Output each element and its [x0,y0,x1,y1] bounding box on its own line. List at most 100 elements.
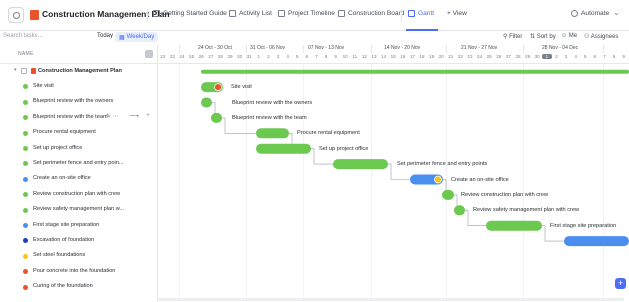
list-item[interactable]: Curing of the foundation [0,280,158,295]
bar-label: Blueprint review with the owners [232,99,313,106]
bar-label: Create an on-site office [451,176,509,183]
status-dot[interactable] [23,99,28,105]
status-dot[interactable] [23,84,28,90]
bar-label: Review safety management plan with crew [473,207,580,214]
list-item[interactable]: Pour concrete into the foundation [0,264,158,279]
list-item[interactable]: Set steel foundations [0,249,158,264]
bar-label: Site visit [231,84,252,91]
task-bar[interactable] [564,236,629,247]
chevron-down-icon[interactable]: ⌄ [613,8,620,17]
sort-icon: ⇅ [530,34,537,40]
list-item[interactable]: First stage site preparation [0,218,158,233]
status-dot[interactable] [23,284,28,290]
doc-icon [153,10,160,17]
name-column-header[interactable]: NAME [18,51,34,57]
status-dot[interactable] [23,269,28,275]
automate-button[interactable]: Automate [571,10,609,17]
drag-handle[interactable] [434,175,442,184]
status-dot[interactable] [23,130,28,136]
project-title[interactable]: Construction Management Plan [42,9,170,19]
task-bar[interactable] [333,159,388,170]
plus-icon[interactable]: + [146,112,150,119]
divider [147,9,148,22]
caret-down-icon[interactable]: ▾ [14,67,17,73]
list-item-label: Blueprint review with the owners [33,98,114,105]
list-item-label: Set steel foundations [33,252,86,259]
bar-label: First stage site preparation [550,222,617,229]
list-item-label: Set up project office [33,144,83,151]
drag-handle[interactable] [214,83,222,91]
add-task-button[interactable]: + [615,278,626,289]
task-bar[interactable] [486,220,542,231]
list-item-parent[interactable]: ▾ Construction Management Plan [0,64,158,79]
task-bar[interactable] [256,143,311,154]
list-item-label: Site visit [33,82,54,89]
list-item[interactable]: Site visit [0,79,158,94]
list-item[interactable]: Blueprint review with the team ✎ ⋯ ⟶ + [0,110,158,125]
status-dot[interactable] [23,192,28,198]
list-item[interactable]: Review construction plan with crew [0,187,158,202]
task-list-panel: NAME ▾ Construction Management Plan Site v… [0,45,158,302]
list-icon [229,10,236,17]
sort-button[interactable]: ⇅ Sort by [530,33,556,40]
search-input[interactable]: Search tasks... [3,33,43,39]
status-dot[interactable] [23,146,28,151]
status-dot[interactable] [23,253,28,259]
list-item-label: Create an on-site office [33,175,91,182]
list-item-label: Excavation of foundation [33,236,95,243]
tab-gantt[interactable]: Gantt [408,10,434,17]
project-icon [31,68,36,74]
me-filter-button[interactable]: ☺ Me [561,33,577,39]
tab-getting-started[interactable]: Getting Started Guide [153,10,227,17]
status-dot[interactable] [23,207,28,213]
list-item-label: Set perimeter fence and entry poin... [33,159,124,166]
tab-activity-list[interactable]: Activity List [229,10,272,17]
task-bar[interactable] [442,189,454,200]
list-item[interactable]: Blueprint review with the owners [0,95,158,110]
list-item[interactable]: Excavation of foundation [0,233,158,248]
bar-label: Procure rental equipment [297,130,360,137]
list-item-label: Procure rental equipment [33,129,96,136]
bar-label: Review construction plan with crew [461,191,549,198]
list-item[interactable]: Procure rental equipment [0,126,158,141]
add-column-button[interactable] [145,50,153,58]
list-item[interactable]: Set up project office [0,141,158,156]
tab-construction-board[interactable]: Construction Board [338,10,404,17]
assignees-button[interactable]: ⚇ Assignees [584,33,618,40]
arrow-right-icon[interactable]: ⟶ [129,112,139,120]
list-item-label: Curing of the foundation [33,283,93,290]
bar-label: Set up project office [319,145,369,152]
list-item[interactable]: Set perimeter fence and entry poin... [0,156,158,171]
scale-select[interactable]: ▦ Week/Day [115,32,159,42]
tab-project-timeline[interactable]: Project Timeline [278,10,335,17]
task-bar[interactable] [211,112,222,123]
assignees-icon: ⚇ [584,34,591,40]
list-item-label: Blueprint review with the team [33,113,108,120]
horizontal-scrollbar[interactable] [158,298,624,301]
status-dot[interactable] [23,223,28,228]
workspace-icon[interactable] [8,7,24,23]
list-item-label: Pour concrete into the foundation [33,267,116,274]
task-bar[interactable] [256,128,289,139]
calendar-icon: ▦ [119,34,125,41]
bar-label: Blueprint review with the team [232,114,307,121]
summary-bar[interactable] [201,69,629,74]
user-icon: ☺ [561,33,569,39]
task-bar[interactable] [201,97,212,108]
status-dot[interactable] [23,161,28,167]
status-dot[interactable] [23,115,28,121]
project-icon [30,10,39,20]
today-button[interactable]: Today [97,33,113,39]
list-item[interactable]: Review safety management plan w... [0,203,158,218]
list-item-label: Review construction plan with crew [33,190,121,197]
list-item[interactable]: Create an on-site office [0,172,158,187]
status-dot[interactable] [23,238,28,244]
status-dot[interactable] [23,176,28,182]
toolbar: Search tasks... Today ▦ Week/Day ⚲ Filte… [0,31,629,45]
checkbox[interactable] [21,68,27,74]
edit-icon[interactable]: ✎ ⋯ [106,113,119,120]
add-view-button[interactable]: + View [447,10,467,17]
task-bar[interactable] [454,205,465,216]
top-bar: Construction Management Plan Getting Sta… [0,0,629,31]
filter-button[interactable]: ⚲ Filter [503,33,522,40]
